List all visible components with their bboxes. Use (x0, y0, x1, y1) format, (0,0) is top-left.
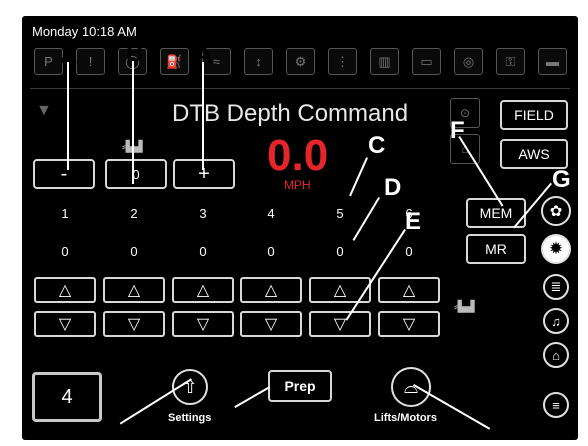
status-datetime: Monday 10:18 AM (32, 24, 137, 39)
column-number: 5 (336, 206, 344, 221)
callout-label-i: I (229, 410, 236, 437)
callout-label-j: J (504, 410, 518, 437)
lifts-motors-icon[interactable]: ⌓ (391, 367, 431, 407)
callout-line (202, 62, 204, 170)
callout-label-c: C (368, 132, 386, 159)
prep-button[interactable]: Prep (268, 370, 332, 402)
warning-icon: ! (76, 48, 105, 75)
engine-icon: ▭ (412, 48, 441, 75)
column-value: 0 (130, 244, 138, 259)
column-number: 4 (267, 206, 275, 221)
lower-button-3[interactable]: ▽ (172, 311, 234, 337)
settings-label[interactable]: Settings (168, 412, 211, 424)
lower-button-6[interactable]: ▽ (378, 311, 440, 337)
hydraulic-icon: ↕ (244, 48, 273, 75)
callout-label-a: A (195, 42, 213, 69)
field-button[interactable]: FIELD (500, 100, 568, 130)
column-number: 1 (61, 206, 69, 221)
raise-button-5[interactable]: △ (309, 277, 371, 303)
fan-icon[interactable]: ✿ (541, 196, 571, 226)
column-number: 3 (199, 206, 207, 221)
column-value: 0 (61, 244, 69, 259)
transmission-icon: ⚙ (286, 48, 315, 75)
callout-label-b: B (126, 40, 144, 67)
callout-label-h: H (103, 410, 121, 437)
home-icon[interactable]: ⌂ (543, 342, 569, 368)
tank-icon: ▬ (538, 48, 567, 75)
music-icon[interactable]: ♫ (543, 308, 569, 334)
display-screen: Monday 10:18 AM P ! ◯ ⛽ ≈ ↕ ⚙ ⋮ ▥ ▭ ◎ ⚿ … (22, 16, 578, 440)
decrease-button[interactable]: - (33, 159, 95, 189)
park-icon: P (34, 48, 63, 75)
lower-button-1[interactable]: ▽ (34, 311, 96, 337)
column-value: 0 (336, 244, 344, 259)
divider (30, 88, 570, 89)
column-number: 2 (130, 206, 138, 221)
raise-button-3[interactable]: △ (172, 277, 234, 303)
callout-line (132, 60, 134, 184)
filter-icon: ⋮ (328, 48, 357, 75)
callout-label-g: G (552, 166, 571, 193)
column-value: 0 (405, 244, 413, 259)
depth-icon: ⸗▙▟ (454, 301, 475, 313)
headlight-icon[interactable]: ≣ (543, 274, 569, 300)
fuel-icon: ⛽ (160, 48, 189, 75)
mr-button[interactable]: MR (466, 234, 526, 264)
pump-icon: ◎ (454, 48, 483, 75)
lower-button-5[interactable]: ▽ (309, 311, 371, 337)
soil-icon: ▼ (36, 102, 52, 119)
lifts-motors-label[interactable]: Lifts/Motors (374, 412, 437, 424)
column-value: 0 (199, 244, 207, 259)
speed-value: 0.0 (267, 131, 329, 180)
level-icon: ▥ (370, 48, 399, 75)
callout-label-f: F (450, 117, 465, 144)
callout-line (67, 62, 69, 170)
column-value: 0 (267, 244, 275, 259)
key-icon: ⚿ (496, 48, 525, 75)
speed-unit: MPH (284, 178, 311, 192)
increase-button[interactable]: + (173, 159, 235, 189)
raise-button-4[interactable]: △ (240, 277, 302, 303)
callout-label-d: D (384, 174, 402, 201)
page-title: DTB Depth Command (172, 100, 409, 127)
raise-button-6[interactable]: △ (378, 277, 440, 303)
raise-button-2[interactable]: △ (103, 277, 165, 303)
raise-button-1[interactable]: △ (34, 277, 96, 303)
menu-icon[interactable]: ≡ (543, 392, 569, 418)
depth-value-field[interactable]: 0 (105, 159, 167, 189)
callout-label-a: A (60, 42, 78, 69)
callout-label-e: E (405, 208, 422, 235)
aws-button[interactable]: AWS (500, 139, 568, 169)
gear-indicator[interactable]: 4 (32, 372, 102, 422)
lower-button-4[interactable]: ▽ (240, 311, 302, 337)
lower-button-2[interactable]: ▽ (103, 311, 165, 337)
brightness-icon[interactable]: ✹ (541, 234, 571, 264)
